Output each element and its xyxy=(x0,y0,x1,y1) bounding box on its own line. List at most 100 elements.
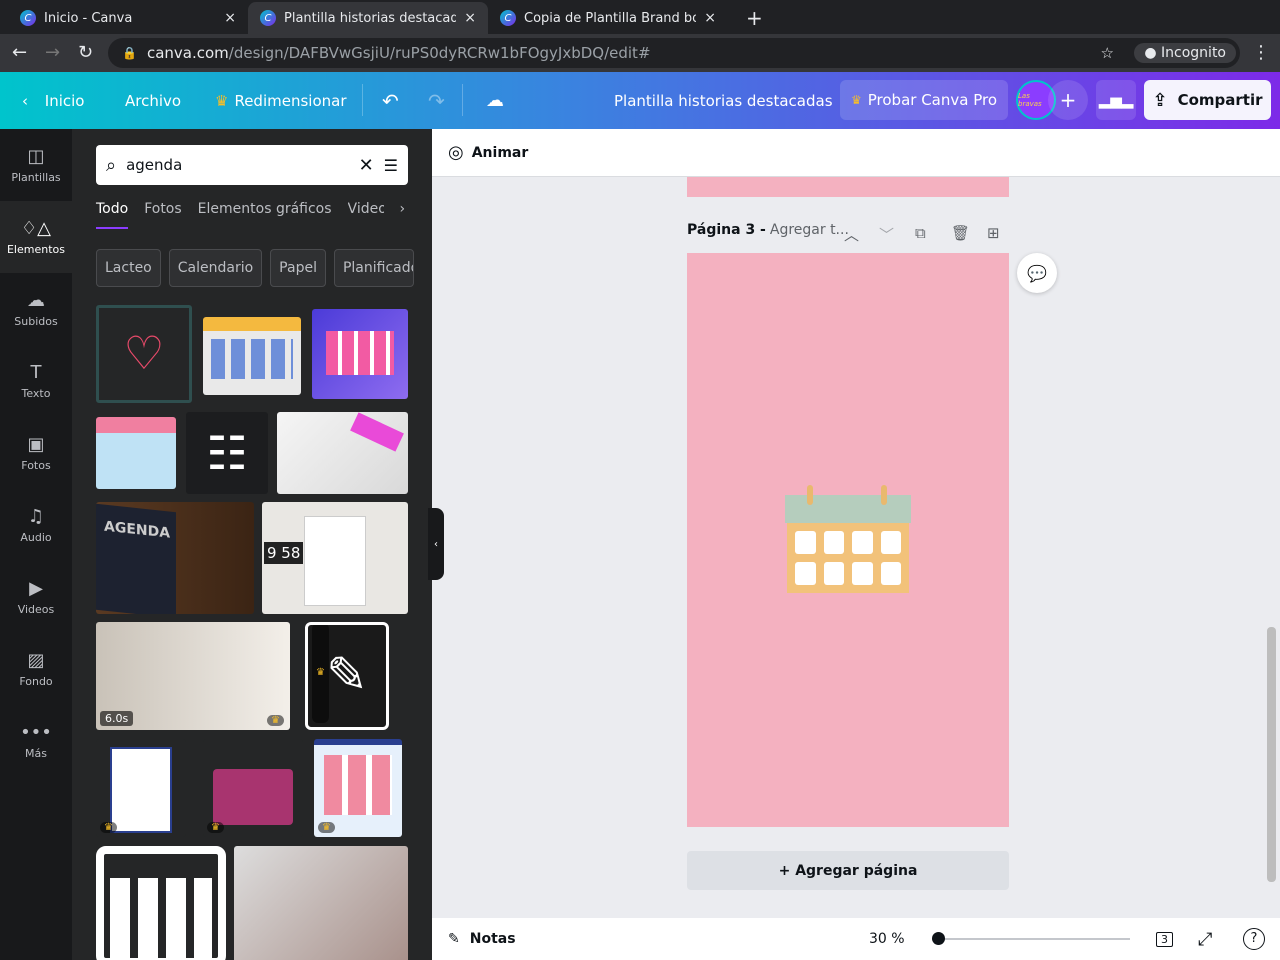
close-icon[interactable]: × xyxy=(704,10,716,26)
back-icon[interactable]: ← xyxy=(12,42,27,63)
photo-icon: ▣ xyxy=(27,434,45,455)
editor-footer: ✎ Notas 30 % 3 ⤢ ? xyxy=(432,918,1280,960)
highlighter-photo[interactable] xyxy=(277,412,408,494)
page-title-input[interactable]: Agregar t... xyxy=(770,222,849,238)
chevron-up-icon[interactable]: ︿ xyxy=(844,224,859,245)
suggestion-chips: Lacteo Calendario Papel Planificador xyxy=(96,249,414,287)
text-icon: T xyxy=(30,362,42,383)
sidebar-item-plantillas[interactable]: ◫ Plantillas xyxy=(0,129,72,201)
insights-button[interactable]: ▂▅▂ xyxy=(1096,80,1136,120)
sidebar-item-audio[interactable]: ♫ Audio xyxy=(0,489,72,561)
page-header: Página 3 - Agregar t... xyxy=(687,222,849,238)
vertical-scrollbar[interactable] xyxy=(1266,177,1278,902)
template-icon: ◫ xyxy=(27,146,45,167)
tab-elementos-graficos[interactable]: Elementos gráficos xyxy=(198,201,332,229)
duplicate-page-icon[interactable]: ⧉ xyxy=(915,224,926,242)
chip-calendario[interactable]: Calendario xyxy=(168,249,263,287)
calendar-blue-graphic[interactable] xyxy=(96,417,176,489)
calendar-woman-graphic[interactable]: ♛ xyxy=(314,739,402,837)
filter-icon[interactable]: ☰ xyxy=(384,156,398,175)
tab-todo[interactable]: Todo xyxy=(96,201,129,229)
menu-icon[interactable]: ⋮ xyxy=(1252,42,1270,63)
sidebar-item-fondo[interactable]: ▨ Fondo xyxy=(0,633,72,705)
crown-icon: ♛ xyxy=(215,91,229,110)
chevron-right-icon[interactable]: › xyxy=(400,201,406,229)
add-page-icon[interactable]: ⊞ xyxy=(987,224,1000,242)
calendar-element[interactable] xyxy=(785,485,911,593)
tab-videos[interactable]: Videos xyxy=(348,201,384,229)
browser-tab[interactable]: CCopia de Plantilla Brand book× xyxy=(488,2,728,34)
sidebar-item-elementos[interactable]: ♢△ Elementos xyxy=(0,201,72,273)
sidebar-item-fotos[interactable]: ▣ Fotos xyxy=(0,417,72,489)
calendar-graphic[interactable] xyxy=(203,317,301,395)
chip-papel[interactable]: Papel xyxy=(270,249,326,287)
share-button[interactable]: ⇪ Compartir xyxy=(1144,80,1271,120)
canva-favicon-icon: C xyxy=(20,10,36,26)
zoom-value[interactable]: 30 % xyxy=(869,931,905,947)
notes-button[interactable]: Notas xyxy=(470,931,516,947)
collapse-panel-button[interactable]: ‹ xyxy=(428,508,444,580)
page-2-canvas[interactable] xyxy=(687,177,1009,197)
browser-tab[interactable]: C Inicio - Canva × xyxy=(8,2,248,34)
reload-icon[interactable]: ↻ xyxy=(78,42,93,63)
chevron-down-icon[interactable]: ﹀ xyxy=(879,224,894,245)
planning-desk-graphic[interactable]: ♛ xyxy=(203,739,303,837)
editor-topbar: ‹ Inicio Archivo ♛ Redimensionar ↶ ↷ ☁ Pl… xyxy=(0,72,1280,129)
url-input[interactable]: 🔒 canva.com/design/DAFBVwGsjiU/ruPS0dyRCR… xyxy=(108,38,1240,68)
home-button[interactable]: ‹ Inicio xyxy=(22,72,84,129)
help-icon[interactable]: ? xyxy=(1243,928,1265,950)
audio-icon: ♫ xyxy=(27,506,45,527)
incognito-badge[interactable]: ● Incognito xyxy=(1134,43,1236,63)
clipboard-graphic[interactable]: ♛ xyxy=(96,739,186,837)
undo-icon[interactable]: ↶ xyxy=(382,72,399,129)
search-box[interactable]: ⌕ agenda ✕ ☰ xyxy=(96,145,408,185)
sidebar-item-texto[interactable]: T Texto xyxy=(0,345,72,417)
woman-writing-video[interactable]: 6.0s ♛ xyxy=(96,622,290,730)
search-icon: ⌕ xyxy=(106,154,117,176)
elements-panel: ⌕ agenda ✕ ☰ Todo Fotos Elementos gráfic… xyxy=(72,129,432,960)
hand-writing-photo[interactable] xyxy=(234,846,408,960)
chip-lacteo[interactable]: Lacteo xyxy=(96,249,161,287)
checklist-icon-graphic[interactable]: ☷ xyxy=(186,412,268,494)
tab-fotos[interactable]: Fotos xyxy=(144,201,181,229)
fullscreen-icon[interactable]: ⤢ xyxy=(1198,929,1212,950)
design-title[interactable]: Plantilla historias destacadas xyxy=(614,72,833,129)
forward-icon[interactable]: → xyxy=(45,42,60,63)
redo-icon[interactable]: ↷ xyxy=(428,72,445,129)
trash-icon[interactable]: 🗑 xyxy=(951,224,970,242)
zoom-slider[interactable] xyxy=(932,932,1130,945)
new-tab-button[interactable]: + xyxy=(734,2,775,34)
star-icon[interactable]: ☆ xyxy=(1101,44,1114,62)
agenda-photo[interactable]: AGENDA xyxy=(96,502,254,614)
planner-desk-photo[interactable]: 9 58 xyxy=(262,502,408,614)
calendar-clock-graphic[interactable] xyxy=(312,309,408,399)
comment-button[interactable]: 💬 xyxy=(1017,253,1057,293)
browser-tab-active[interactable]: C Plantilla historias destacadas × xyxy=(248,2,488,34)
clear-icon[interactable]: ✕ xyxy=(359,155,374,176)
try-pro-button[interactable]: ♛ Probar Canva Pro xyxy=(840,80,1008,120)
search-input[interactable]: agenda xyxy=(126,156,348,174)
calendar-heart-graphic[interactable]: ♡ xyxy=(96,305,192,403)
cloud-saved-icon[interactable]: ☁ xyxy=(486,72,504,129)
animate-button[interactable]: ◎ Animar xyxy=(432,129,1280,177)
page-count-button[interactable]: 3 xyxy=(1156,931,1173,947)
file-menu-button[interactable]: Archivo xyxy=(125,72,181,129)
sidebar-item-videos[interactable]: ▶ Videos xyxy=(0,561,72,633)
sidebar-item-subidos[interactable]: ☁ Subidos xyxy=(0,273,72,345)
add-member-button[interactable]: + xyxy=(1048,80,1088,120)
calendar-white-graphic[interactable] xyxy=(96,846,226,960)
address-bar: ← → ↻ 🔒 canva.com/design/DAFBVwGsjiU/ruPS… xyxy=(0,34,1280,72)
more-icon: ••• xyxy=(20,722,52,743)
add-page-button[interactable]: + Agregar página xyxy=(687,851,1009,890)
page-3-canvas[interactable] xyxy=(687,253,1009,827)
sidebar-item-mas[interactable]: ••• Más xyxy=(0,705,72,777)
close-icon[interactable]: × xyxy=(464,10,476,26)
upload-icon: ⇪ xyxy=(1152,89,1168,111)
close-icon[interactable]: × xyxy=(224,10,236,26)
chip-planificador[interactable]: Planificador xyxy=(333,249,414,287)
checklist-pencil-graphic[interactable]: ✎ ♛ xyxy=(305,622,389,730)
resize-button[interactable]: ♛ Redimensionar xyxy=(215,72,347,129)
crown-icon: ♛ xyxy=(318,822,335,833)
crown-icon: ♛ xyxy=(850,93,862,107)
notes-icon[interactable]: ✎ xyxy=(448,931,460,947)
